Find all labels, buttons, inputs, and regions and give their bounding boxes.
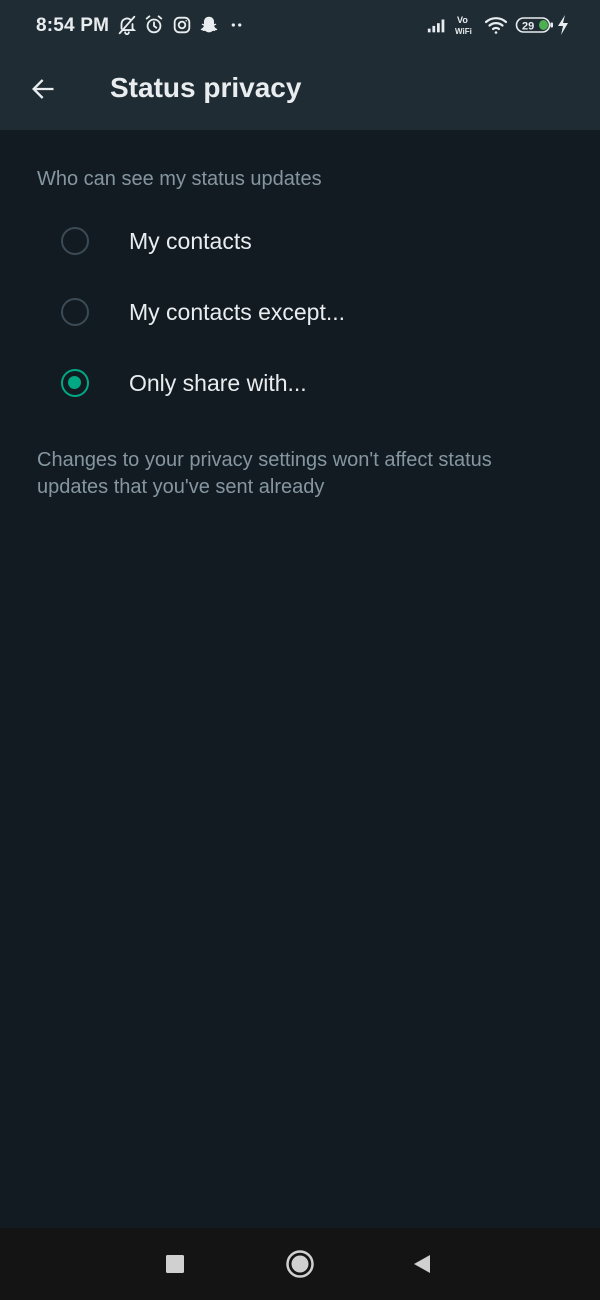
charging-icon <box>556 14 570 36</box>
home-button[interactable] <box>282 1246 318 1282</box>
bell-off-icon <box>116 14 138 36</box>
page-title: Status privacy <box>110 72 302 103</box>
app-bar: Status privacy <box>0 56 600 130</box>
top-bar: 8:54 PM Vo WiFi 29 Status privacy <box>0 0 600 130</box>
battery-level: 29 <box>522 21 534 33</box>
more-dots-icon <box>226 14 248 36</box>
radio-only-share-with[interactable] <box>61 369 89 397</box>
arrow-left-icon <box>29 75 57 108</box>
option-my-contacts-except[interactable]: My contacts except... <box>0 281 600 347</box>
back-button[interactable] <box>20 68 66 114</box>
screen: 8:54 PM Vo WiFi 29 Status privacy Who ca… <box>0 0 600 1300</box>
option-label: Only share with... <box>129 370 307 396</box>
option-label: My contacts except... <box>129 299 346 325</box>
option-my-contacts[interactable]: My contacts <box>0 210 600 276</box>
svg-text:WiFi: WiFi <box>455 27 472 36</box>
radio-my-contacts[interactable] <box>61 227 89 255</box>
signal-icon <box>426 14 448 36</box>
option-label: My contacts <box>129 228 252 254</box>
vowifi-icon: Vo WiFi <box>454 14 480 36</box>
instagram-icon <box>171 14 193 36</box>
privacy-footnote: Changes to your privacy settings won't a… <box>37 449 492 498</box>
battery-icon: 29 <box>515 14 555 36</box>
recents-square-icon <box>165 1254 185 1274</box>
option-only-share-with[interactable]: Only share with... <box>0 352 600 418</box>
status-bar: 8:54 PM Vo WiFi 29 <box>0 0 600 56</box>
home-circle-icon <box>285 1249 315 1279</box>
radio-my-contacts-except[interactable] <box>61 298 89 326</box>
svg-text:Vo: Vo <box>457 15 468 25</box>
back-triangle-icon <box>411 1253 433 1275</box>
section-header: Who can see my status updates <box>37 168 322 190</box>
alarm-icon <box>143 14 165 36</box>
snapchat-icon <box>198 14 220 36</box>
recents-button[interactable] <box>157 1246 193 1282</box>
system-back-button[interactable] <box>404 1246 440 1282</box>
system-nav-bar <box>0 1228 600 1300</box>
wifi-icon <box>484 14 510 36</box>
status-time: 8:54 PM <box>36 15 110 36</box>
